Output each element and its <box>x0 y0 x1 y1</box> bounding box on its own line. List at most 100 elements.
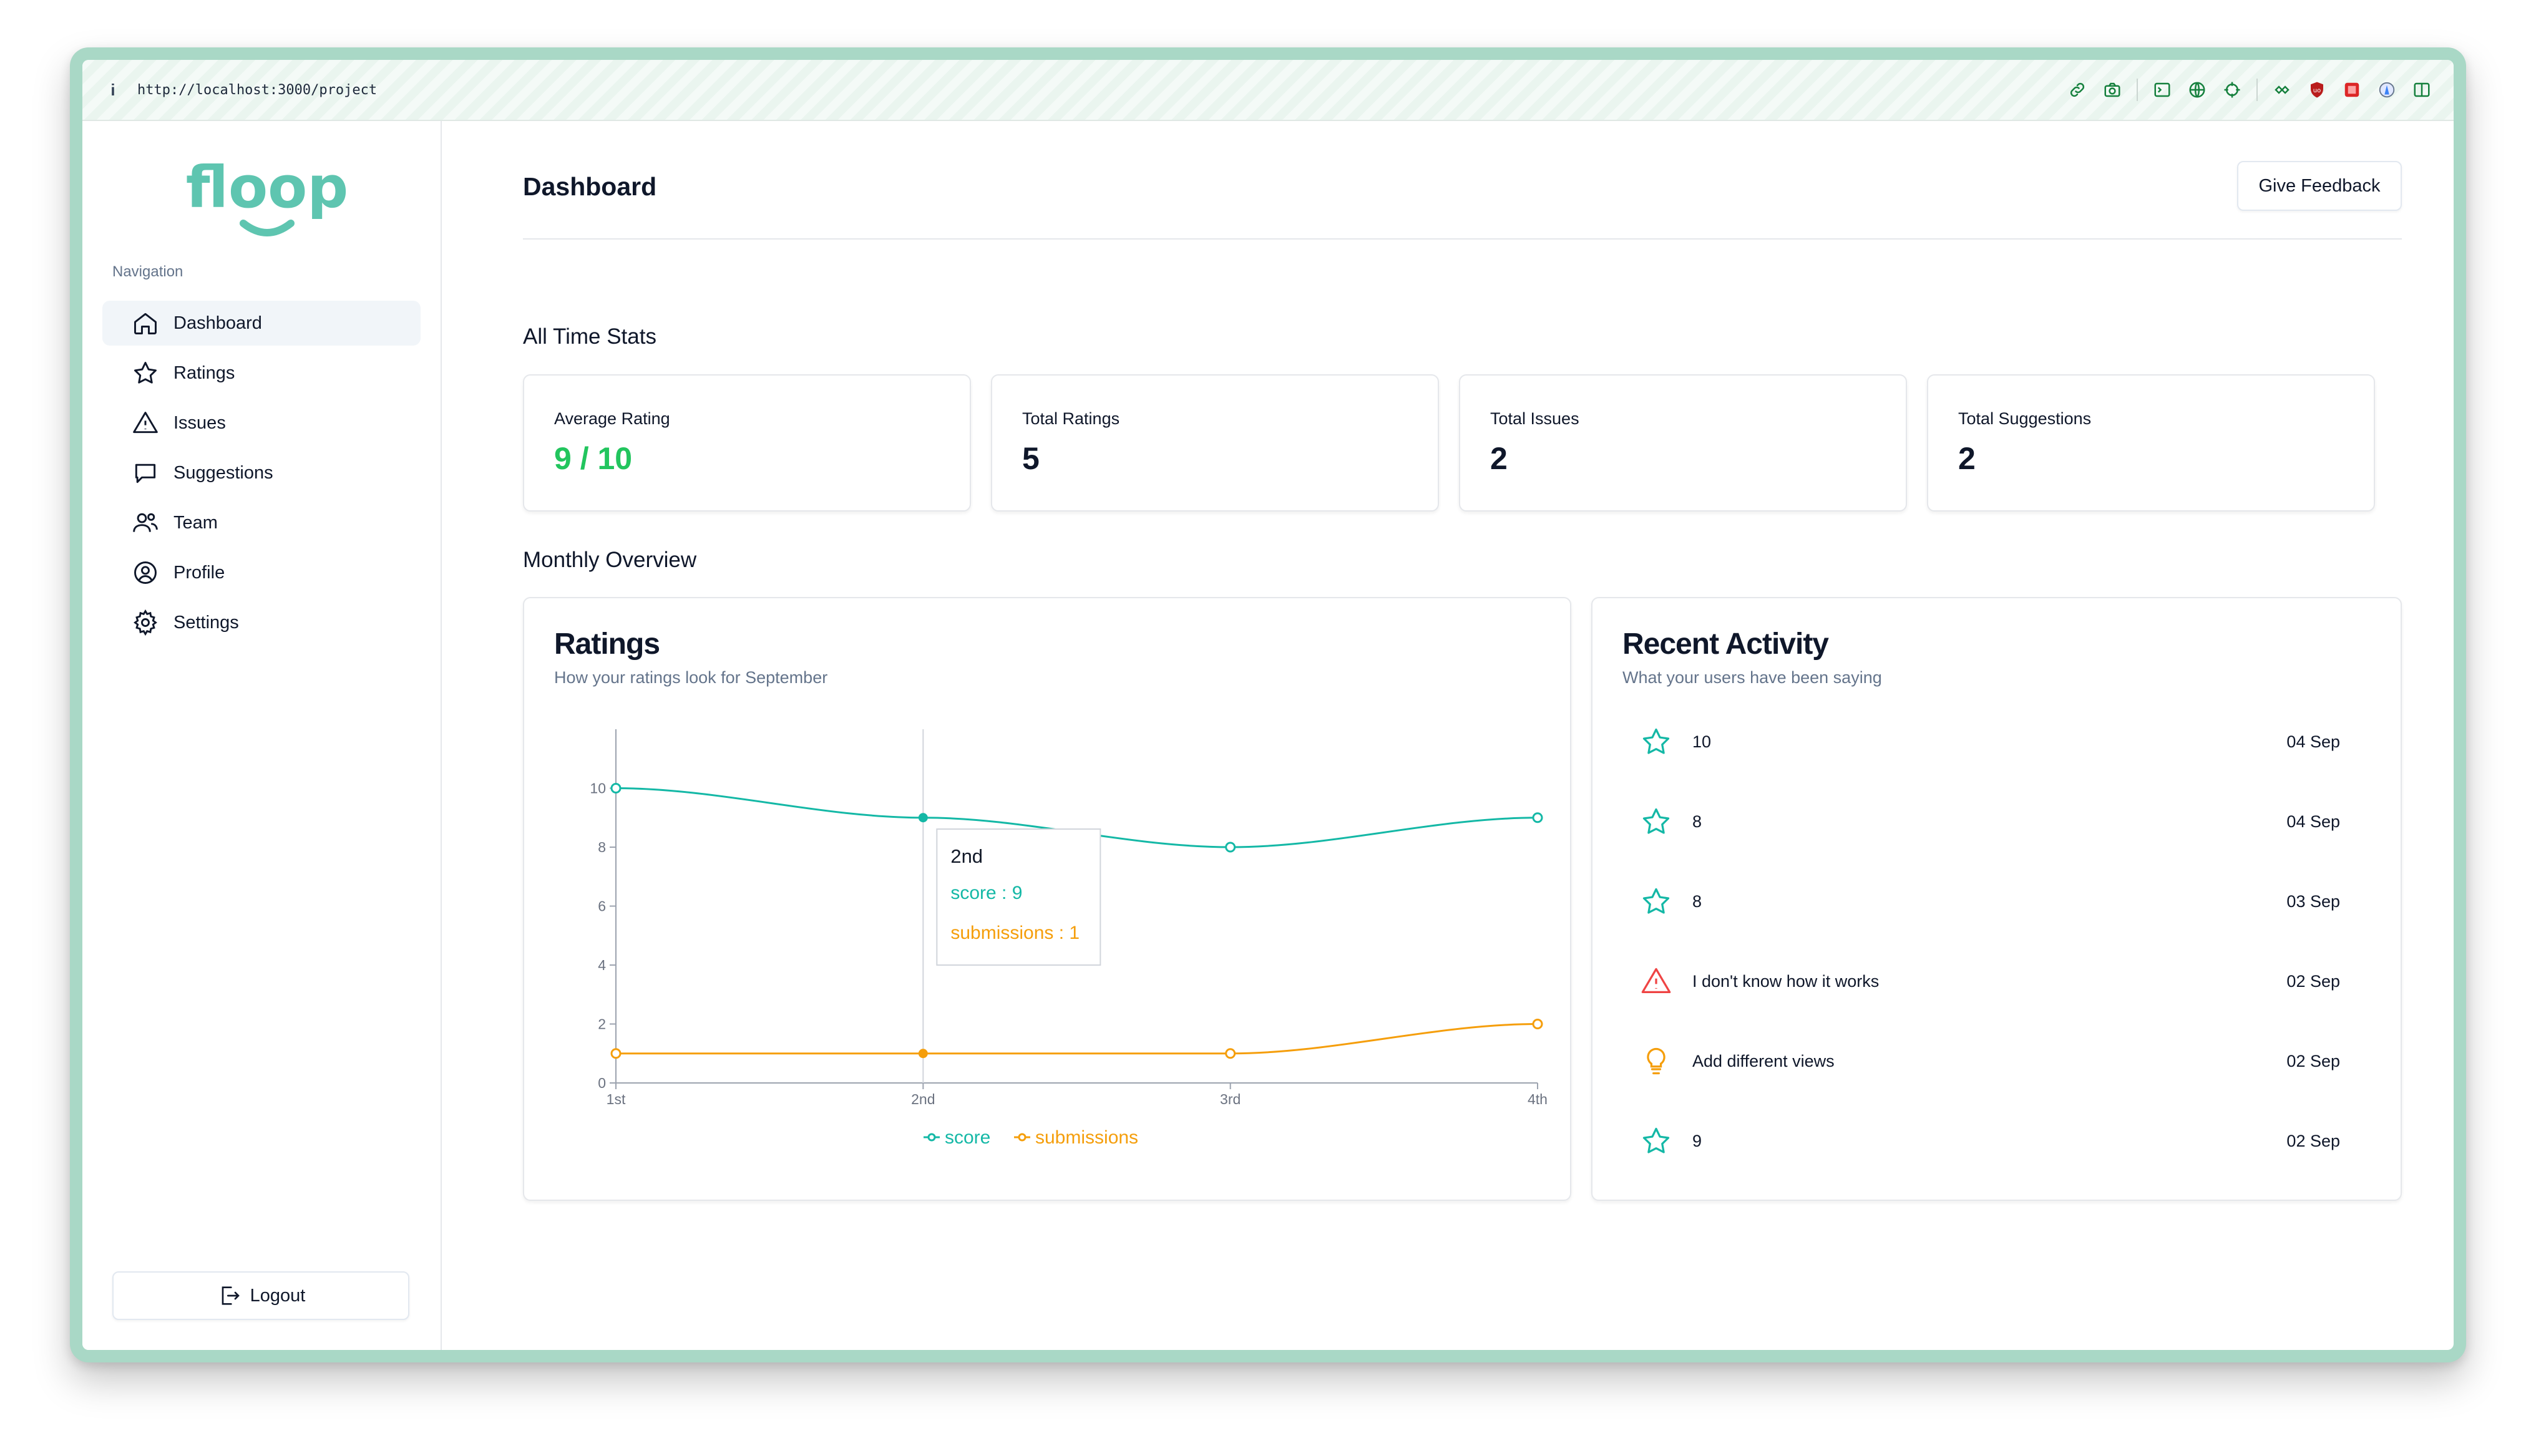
x-tick-label: 3rd <box>1220 1091 1241 1107</box>
legend-label: score <box>945 1127 990 1148</box>
sidebar-item-label: Issues <box>173 412 226 433</box>
sidebar-item-label: Suggestions <box>173 462 273 483</box>
monthly-overview-title: Monthly Overview <box>523 548 697 572</box>
stat-card-total-suggestions: Total Suggestions 2 <box>1927 374 2375 512</box>
y-tick-label: 4 <box>598 957 606 973</box>
sidebar-item-team[interactable]: Team <box>102 500 421 545</box>
ublock-icon[interactable]: uo <box>2306 79 2328 100</box>
crosshair-icon[interactable] <box>2221 79 2243 100</box>
y-tick-label: 2 <box>598 1016 606 1032</box>
sidebar-item-suggestions[interactable]: Suggestions <box>102 450 421 495</box>
y-tick-label: 6 <box>598 898 606 915</box>
legend-marker <box>927 1133 936 1142</box>
stat-label: Average Rating <box>554 409 670 428</box>
nav-heading: Navigation <box>112 263 183 280</box>
series-line-submissions <box>616 1023 1538 1055</box>
warning-icon <box>131 409 160 437</box>
y-tick-label: 10 <box>590 780 606 797</box>
globe-icon[interactable] <box>2187 79 2208 100</box>
address-bar[interactable]: i http://localhost:3000/project uo <box>82 60 2454 121</box>
data-point-submissions <box>610 1048 622 1059</box>
stat-label: Total Suggestions <box>1958 409 2092 428</box>
activity-text: 9 <box>1692 1131 1702 1150</box>
activity-text: 8 <box>1692 891 1702 911</box>
main-content: Dashboard Give Feedback All Time Stats A… <box>442 121 2454 1350</box>
camera-icon[interactable] <box>2102 79 2123 100</box>
svg-text:uo: uo <box>2313 87 2321 94</box>
activity-panel-subtitle: What your users have been saying <box>1622 668 1882 687</box>
page-title: Dashboard <box>523 172 657 201</box>
activity-panel-title: Recent Activity <box>1622 628 1829 661</box>
star-icon <box>1637 803 1675 840</box>
x-tick-label: 1st <box>607 1091 626 1107</box>
header-divider <box>523 238 2402 240</box>
floop-logo[interactable]: floop <box>186 154 348 243</box>
data-point-submissions <box>918 1049 928 1059</box>
sidebar-item-label: Settings <box>173 612 239 633</box>
sidebar-item-ratings[interactable]: Ratings <box>102 351 421 396</box>
activity-date: 04 Sep <box>2286 812 2340 831</box>
toolbar-separator <box>2256 79 2258 101</box>
sidebar-item-dashboard[interactable]: Dashboard <box>102 301 421 346</box>
data-point-score <box>1225 842 1236 853</box>
sidebar-item-label: Dashboard <box>173 313 262 333</box>
legend-marker <box>1018 1133 1027 1142</box>
stat-label: Total Issues <box>1490 409 1579 428</box>
stat-value: 5 <box>1022 441 1040 476</box>
star-icon <box>1637 883 1675 920</box>
give-feedback-button[interactable]: Give Feedback <box>2237 161 2402 211</box>
star-icon <box>1637 723 1675 760</box>
tooltip-line: score : 9 <box>950 883 1022 903</box>
sidebar-nav: Dashboard Ratings Issues Suggestions Tea… <box>102 301 421 650</box>
sidebar-item-label: Team <box>173 512 218 533</box>
data-point-score <box>918 813 928 823</box>
activity-text: 10 <box>1692 732 1712 751</box>
site-info-icon[interactable]: i <box>104 80 122 100</box>
home-icon <box>131 309 160 337</box>
logout-icon <box>222 1286 240 1305</box>
sidebar-item-issues[interactable]: Issues <box>102 400 421 445</box>
split-view-icon[interactable] <box>2411 79 2432 100</box>
stat-card-average-rating: Average Rating 9 / 10 <box>523 374 971 512</box>
activity-date: 03 Sep <box>2286 891 2340 911</box>
data-point-score <box>610 783 622 794</box>
sidebar-item-settings[interactable]: Settings <box>102 600 421 645</box>
extensions-icon[interactable] <box>2271 79 2293 100</box>
activity-item[interactable]: 8 04 Sep <box>1637 803 2349 840</box>
link-icon[interactable] <box>2067 79 2088 100</box>
image-extension-icon[interactable] <box>2341 79 2363 100</box>
recent-activity-panel: Recent Activity What your users have bee… <box>1591 597 2402 1201</box>
url-text[interactable]: http://localhost:3000/project <box>137 82 377 98</box>
sidebar-item-profile[interactable]: Profile <box>102 550 421 595</box>
activity-item[interactable]: 9 02 Sep <box>1637 1122 2349 1160</box>
star-icon <box>1637 1122 1675 1160</box>
star-icon <box>131 359 160 387</box>
toolbar-separator <box>2137 79 2138 101</box>
data-point-submissions <box>1532 1019 1543 1029</box>
browser-window: i http://localhost:3000/project uo floop… <box>70 47 2466 1362</box>
y-tick-label: 8 <box>598 839 606 855</box>
all-time-stats-title: All Time Stats <box>523 324 656 349</box>
lighthouse-icon[interactable] <box>2376 79 2397 100</box>
stat-label: Total Ratings <box>1022 409 1120 428</box>
message-icon <box>131 459 160 487</box>
activity-item[interactable]: I don't know how it works 02 Sep <box>1637 963 2349 1000</box>
users-icon <box>131 508 160 537</box>
terminal-icon[interactable] <box>2152 79 2173 100</box>
activity-item[interactable]: Add different views 02 Sep <box>1637 1042 2349 1080</box>
y-tick-label: 0 <box>598 1075 606 1091</box>
activity-text: Add different views <box>1692 1051 1835 1070</box>
stat-card-total-issues: Total Issues 2 <box>1459 374 1907 512</box>
warning-icon <box>1637 963 1675 1000</box>
sidebar-item-label: Profile <box>173 562 225 583</box>
lightbulb-icon <box>1637 1042 1675 1080</box>
activity-text: 8 <box>1692 812 1702 831</box>
gear-icon <box>131 608 160 637</box>
logout-button[interactable]: Logout <box>112 1271 409 1320</box>
legend-label: submissions <box>1035 1127 1138 1148</box>
activity-item[interactable]: 10 04 Sep <box>1637 723 2349 760</box>
ratings-line-chart[interactable]: 0 2 4 6 8 10 1st 2nd 3rd 4th 2nd score : 9 submissio… <box>524 598 1570 1200</box>
activity-text: I don't know how it works <box>1692 971 1880 991</box>
sidebar-item-label: Ratings <box>173 362 235 383</box>
activity-item[interactable]: 8 03 Sep <box>1637 883 2349 920</box>
